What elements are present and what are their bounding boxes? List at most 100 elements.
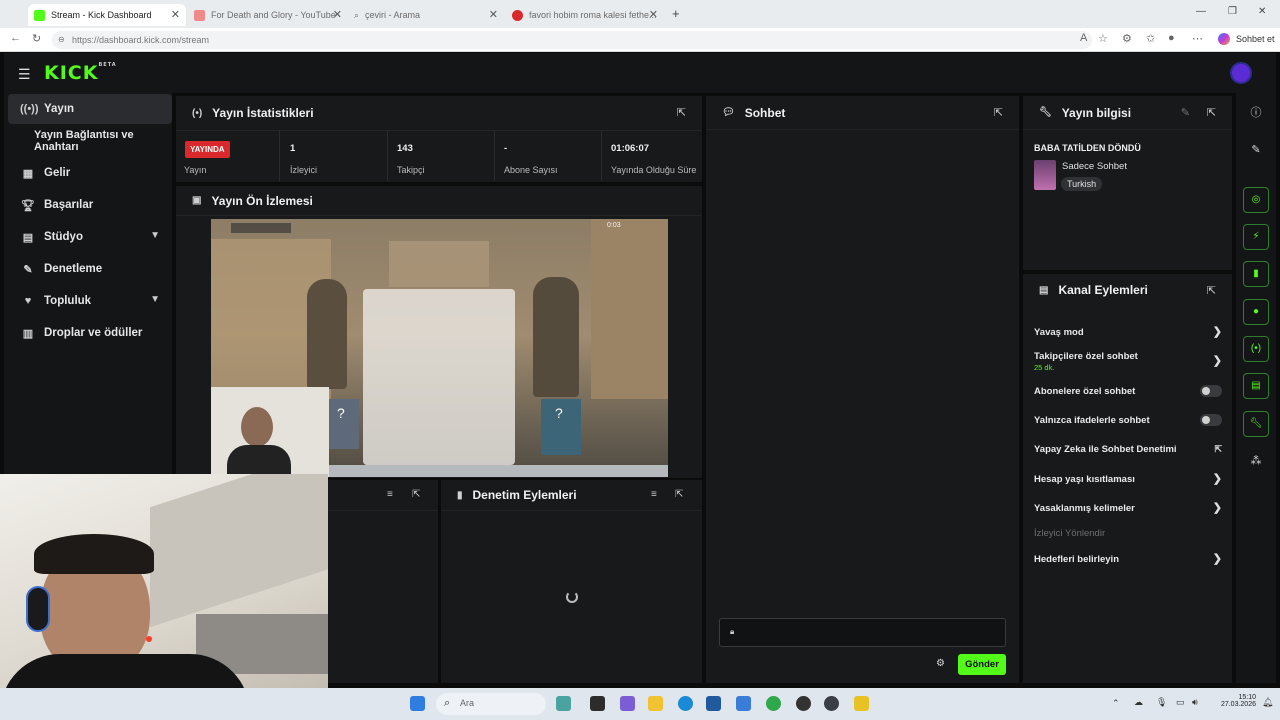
site-info-icon[interactable]: ⊖ — [58, 35, 65, 44]
edit-icon[interactable]: ✎ — [1181, 106, 1190, 119]
close-tab-icon[interactable]: ✕ — [333, 8, 342, 21]
copilot-app-icon[interactable] — [620, 696, 635, 711]
channel-action-ai-moderation[interactable]: Yapay Zeka ile Sohbet Denetimi ⇱ — [1034, 444, 1222, 455]
popout-icon[interactable]: ⇱ — [412, 489, 420, 500]
xbox-icon[interactable] — [824, 696, 839, 711]
sidebar-item-drops[interactable]: ▥ Droplar ve ödüller — [8, 318, 172, 348]
popout-icon[interactable]: ⇱ — [1207, 284, 1216, 297]
back-icon[interactable]: ← — [10, 32, 21, 44]
browser-tab-search[interactable]: ⌕ çeviri - Arama ✕ — [348, 4, 504, 26]
kick-logo[interactable]: KICKBETA — [44, 62, 117, 84]
stat-followers: 143 Takipçi — [389, 131, 495, 181]
send-button[interactable]: Gönder — [958, 654, 1006, 675]
favorites-icon[interactable]: ✩ — [1146, 32, 1155, 45]
app-icon[interactable] — [766, 696, 781, 711]
action-label: Yavaş mod — [1034, 327, 1084, 338]
close-window-icon[interactable]: ✕ — [1258, 6, 1266, 17]
popout-icon[interactable]: ⇱ — [677, 106, 686, 119]
close-tab-icon[interactable]: ✕ — [171, 8, 180, 21]
category-name[interactable]: Sadece Sohbet — [1062, 161, 1127, 172]
stats-row: YAYINDA Yayın 1 İzleyici 143 Takipçi - A… — [176, 131, 702, 181]
reload-icon[interactable]: ↻ — [32, 32, 41, 45]
channel-action-slow-mode[interactable]: Yavaş mod ❯ — [1034, 326, 1222, 338]
windows-start-icon[interactable] — [410, 696, 425, 711]
popout-icon[interactable]: ⇱ — [675, 489, 683, 500]
network-icon[interactable]: ▭ — [1176, 697, 1185, 708]
app-icon[interactable] — [854, 696, 869, 711]
chat-settings-icon[interactable]: ⚙ — [936, 658, 945, 669]
cloud-icon[interactable]: ☁ — [1134, 697, 1143, 708]
filter-icon[interactable]: ≡ — [387, 489, 393, 500]
clock[interactable]: 15:10 27.03.2026 — [1218, 694, 1256, 708]
new-tab-icon[interactable]: + — [672, 6, 680, 21]
tab-title: favori hobim roma kalesi fethe... — [529, 10, 657, 20]
channel-actions-header: ▤ Kanal Eylemleri — [1023, 274, 1232, 306]
notification-icon[interactable]: 🔔︎ — [1262, 697, 1273, 708]
minimize-icon[interactable]: — — [1196, 6, 1206, 17]
info-icon[interactable]: ⓘ — [1243, 100, 1269, 126]
avatar[interactable] — [1230, 62, 1252, 84]
screenshot-icon[interactable]: ◎ — [1243, 187, 1269, 213]
broadcast-icon[interactable]: (•) — [1243, 336, 1269, 362]
sidebar-item-stream-key[interactable]: Yayın Bağlantısı ve Anahtarı — [8, 126, 172, 156]
close-tab-icon[interactable]: ✕ — [489, 8, 498, 21]
action-label: Takipçilere özel sohbet — [1034, 351, 1138, 362]
sidebar-item-community[interactable]: ♥ Topluluk ▼ — [8, 286, 172, 316]
chat-input[interactable]: 🔒︎ — [719, 618, 1006, 647]
lock-icon: 🔒︎ — [730, 627, 735, 636]
document-icon[interactable]: ▮ — [1243, 261, 1269, 287]
menu-icon[interactable]: ☰ — [18, 66, 31, 83]
chat-bubble-icon[interactable]: ● — [1243, 299, 1269, 325]
action-label: Yasaklanmış kelimeler — [1034, 503, 1135, 514]
beta-badge: BETA — [98, 62, 117, 68]
microphone-icon[interactable]: 🎙︎ — [1156, 697, 1167, 708]
layout-icon[interactable]: ⁂ — [1243, 448, 1269, 474]
edit-icon[interactable]: ✎ — [1243, 137, 1269, 163]
edge-icon[interactable] — [678, 696, 693, 711]
extensions-icon[interactable]: ⚙ — [1122, 32, 1132, 45]
file-explorer-icon[interactable] — [648, 696, 663, 711]
read-aloud-icon[interactable]: A — [1080, 32, 1087, 44]
more-icon[interactable]: ⋯ — [1192, 32, 1203, 45]
profile-icon[interactable]: ● — [1168, 32, 1175, 44]
task-view-icon[interactable] — [590, 696, 605, 711]
copilot-icon[interactable] — [1218, 33, 1230, 45]
store-icon[interactable] — [706, 696, 721, 711]
sidebar-item-stream[interactable]: ((•)) Yayın — [8, 94, 172, 124]
channel-action-followers-only[interactable]: Takipçilere özel sohbet 25 dk. ❯ — [1034, 351, 1222, 372]
emote-only-toggle[interactable] — [1200, 414, 1222, 426]
action-label: İzleyici Yönlendir — [1034, 528, 1106, 539]
browser-tab-kick[interactable]: Stream - Kick Dashboard ✕ — [28, 4, 186, 26]
channel-action-goals[interactable]: Hedefleri belirleyin ❯ — [1034, 553, 1222, 565]
filter-icon[interactable]: ≡ — [651, 489, 657, 500]
close-tab-icon[interactable]: ✕ — [649, 8, 658, 21]
mail-icon[interactable] — [736, 696, 751, 711]
maximize-icon[interactable]: ❐ — [1228, 6, 1237, 17]
sidebar-item-moderation[interactable]: ✎ Denetleme — [8, 254, 172, 284]
url-field[interactable]: https://dashboard.kick.com/stream — [52, 31, 1092, 49]
sidebar-item-studio[interactable]: ▤ Stüdyo ▼ — [8, 222, 172, 252]
favorite-star-icon[interactable]: ☆ — [1098, 32, 1108, 45]
channel-action-account-age[interactable]: Hesap yaşı kısıtlaması ❯ — [1034, 473, 1222, 485]
revenue-icon: ▦ — [22, 167, 34, 180]
lightning-icon[interactable]: ⚡︎ — [1243, 224, 1269, 250]
obs-icon[interactable] — [796, 696, 811, 711]
sidebar-item-achievements[interactable]: 🏆︎ Başarılar — [8, 190, 172, 220]
browser-tab-youtube-2[interactable]: favori hobim roma kalesi fethe... ✕ — [506, 4, 664, 26]
channel-action-subscribers-only[interactable]: Abonelere özel sohbet — [1034, 385, 1222, 397]
popout-icon[interactable]: ⇱ — [994, 106, 1003, 119]
chevron-up-icon[interactable]: ⌃ — [1112, 698, 1120, 709]
wrench-icon[interactable]: 🔧︎ — [1243, 411, 1269, 437]
browser-tab-youtube[interactable]: For Death and Glory - YouTube ✕ — [188, 4, 348, 26]
subscribers-only-toggle[interactable] — [1200, 385, 1222, 397]
sidebar-item-revenue[interactable]: ▦ Gelir — [8, 158, 172, 188]
volume-icon[interactable]: 🔊︎ — [1192, 697, 1198, 708]
channel-action-banned-words[interactable]: Yasaklanmış kelimeler ❯ — [1034, 502, 1222, 514]
taskbar-search[interactable]: ⌕ Ara — [436, 693, 546, 715]
widgets-icon[interactable] — [556, 696, 571, 711]
stream-preview-video[interactable]: 0:03 ? ? — [211, 219, 668, 477]
copilot-label[interactable]: Sohbet et — [1236, 34, 1275, 44]
popout-icon[interactable]: ⇱ — [1207, 106, 1216, 119]
channel-action-emote-only[interactable]: Yalnızca ifadelerle sohbet — [1034, 414, 1222, 426]
channel-icon[interactable]: ▤ — [1243, 373, 1269, 399]
